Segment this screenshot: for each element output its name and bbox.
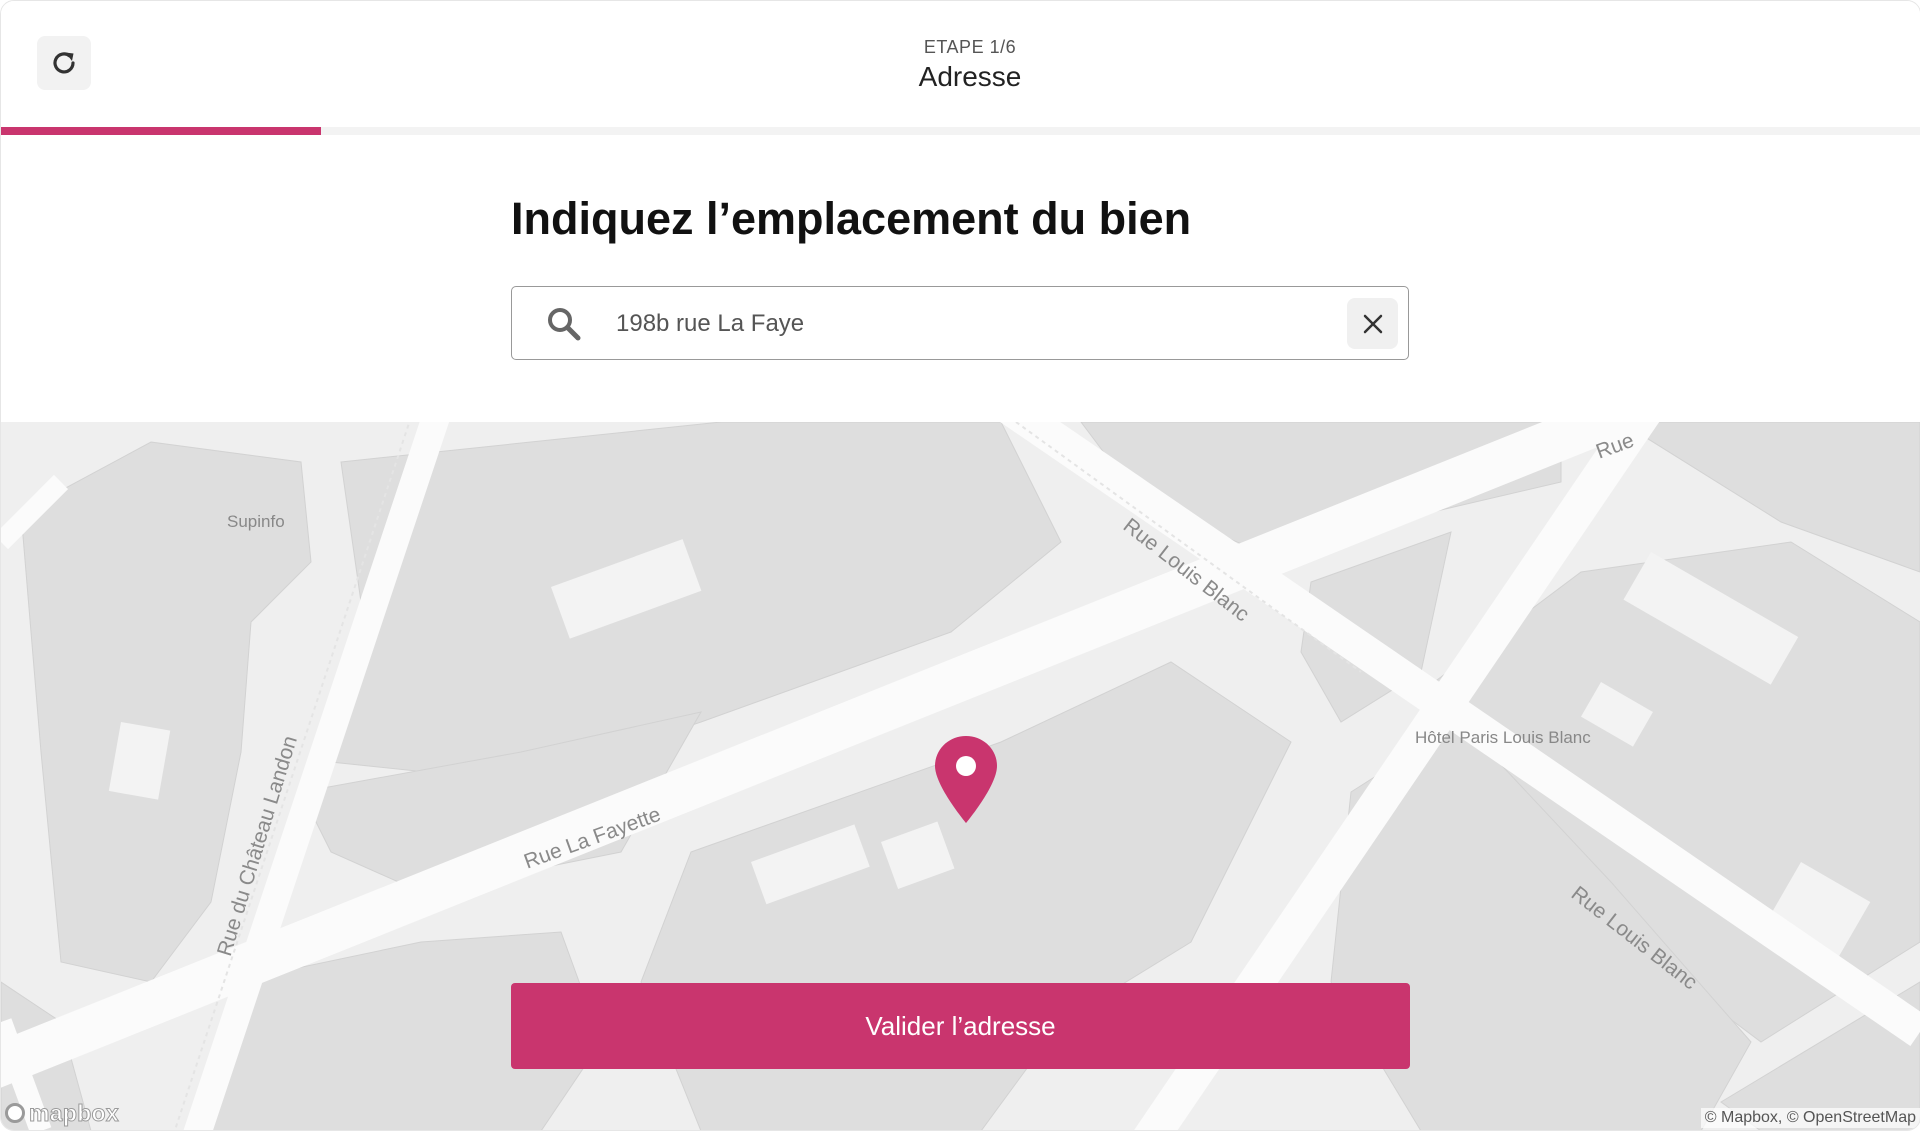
map-pin-icon: [935, 736, 997, 823]
poi-label: Hôtel Paris Louis Blanc: [1415, 728, 1591, 747]
page-title: Indiquez l’emplacement du bien: [511, 193, 1192, 244]
search-icon: [548, 308, 581, 341]
step-title: Adresse: [918, 61, 1022, 92]
poi-label: Supinfo: [227, 512, 285, 531]
validate-address-button[interactable]: Valider l’adresse: [511, 983, 1410, 1069]
map-view[interactable]: Rue La Fayette Rue Louis Blanc Rue Louis…: [1, 422, 1920, 1130]
step-indicator: ETAPE 1/6: [923, 37, 1017, 57]
close-icon: [1363, 314, 1382, 333]
mapbox-logo-icon: [5, 1103, 25, 1123]
progress-bar-fill: [1, 127, 322, 135]
map-attribution[interactable]: © Mapbox, © OpenStreetMap: [1700, 1108, 1920, 1128]
progress-bar: [1, 127, 1920, 135]
address-search-field[interactable]: [511, 286, 1409, 360]
mapbox-logo-text: mapbox: [29, 1099, 120, 1126]
clear-search-button[interactable]: [1347, 298, 1398, 349]
mapbox-logo[interactable]: mapbox: [5, 1099, 119, 1127]
question-panel: Indiquez l’emplacement du bien: [1, 135, 1920, 422]
address-search-input[interactable]: [614, 300, 1258, 348]
header: ETAPE 1/6 Adresse: [1, 1, 1920, 127]
app-window: ETAPE 1/6 Adresse Indiquez l’emplacement…: [0, 0, 1920, 1131]
